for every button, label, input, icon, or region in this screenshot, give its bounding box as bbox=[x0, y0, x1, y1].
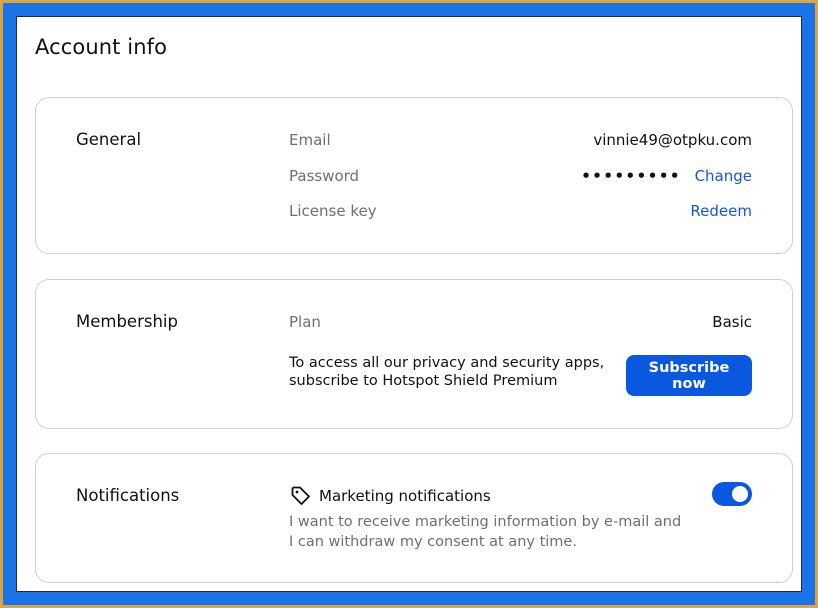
window-frame: Account info General Email vinnie49@otpk… bbox=[0, 0, 818, 608]
marketing-notifications-description: I want to receive marketing information … bbox=[289, 514, 682, 550]
marketing-notifications-title: Marketing notifications bbox=[319, 487, 491, 505]
marketing-notifications-header: Marketing notifications bbox=[289, 484, 491, 508]
notifications-card: Notifications Marketing notifications I … bbox=[35, 453, 793, 583]
premium-promo-text: To access all our privacy and security a… bbox=[289, 355, 605, 389]
tag-icon bbox=[289, 484, 313, 508]
plan-value: Basic bbox=[712, 313, 752, 331]
license-key-label: License key bbox=[289, 202, 377, 220]
change-password-link[interactable]: Change bbox=[695, 167, 752, 185]
general-section-title: General bbox=[76, 130, 142, 149]
email-value: vinnie49@otpku.com bbox=[593, 131, 752, 149]
email-label: Email bbox=[289, 131, 331, 149]
redeem-license-link[interactable]: Redeem bbox=[690, 202, 752, 220]
plan-label: Plan bbox=[289, 313, 321, 331]
membership-section-title: Membership bbox=[76, 312, 178, 331]
subscribe-now-button[interactable]: Subscribe now bbox=[626, 355, 752, 396]
marketing-notifications-toggle[interactable] bbox=[712, 482, 752, 506]
password-value: ••••••••• bbox=[581, 167, 681, 185]
general-card: General Email vinnie49@otpku.com Passwor… bbox=[35, 97, 793, 254]
account-info-panel: Account info General Email vinnie49@otpk… bbox=[16, 16, 802, 592]
password-label: Password bbox=[289, 167, 360, 185]
membership-card: Membership Plan Basic To access all our … bbox=[35, 279, 793, 429]
notifications-section-title: Notifications bbox=[76, 486, 180, 505]
toggle-knob bbox=[732, 486, 748, 502]
page-title: Account info bbox=[35, 35, 168, 59]
